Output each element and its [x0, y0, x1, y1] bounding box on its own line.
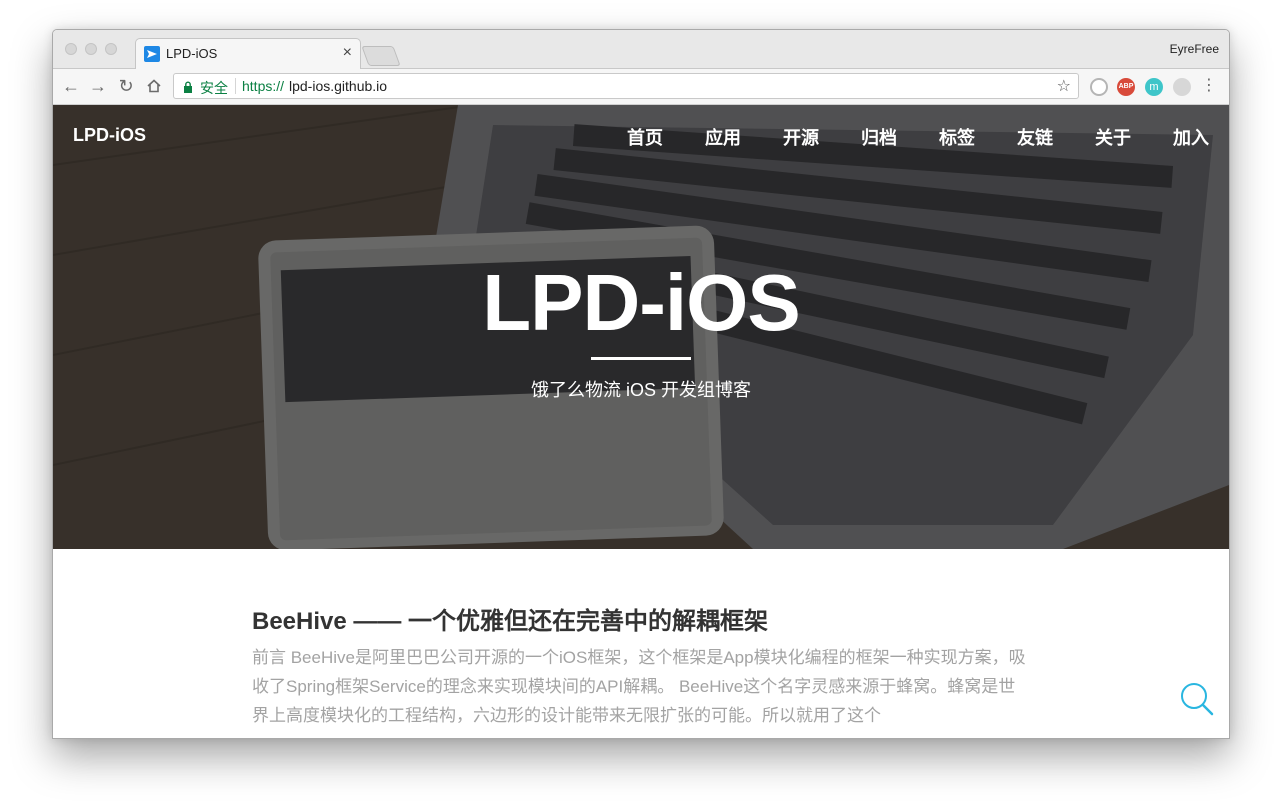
forward-icon[interactable]: → [86, 74, 110, 98]
zoom-window-button[interactable] [105, 43, 117, 55]
post-excerpt[interactable]: 前言 BeeHive是阿里巴巴公司开源的一个iOS框架，这个框架是App模块化编… [252, 643, 1032, 730]
close-tab-icon[interactable]: × [343, 44, 352, 62]
favicon-icon [144, 46, 160, 62]
search-icon[interactable] [1179, 681, 1215, 722]
hero-divider [591, 357, 691, 360]
nav-item-about[interactable]: 关于 [1095, 124, 1131, 150]
browser-window: LPD-iOS × EyreFree ← → ↻ 安全 https:// lpd… [52, 29, 1230, 739]
home-icon[interactable] [142, 74, 166, 98]
nav-item-opensource[interactable]: 开源 [783, 124, 819, 150]
secure-label: 安全 [200, 80, 228, 96]
new-tab-button[interactable] [361, 46, 401, 66]
nav-item-join[interactable]: 加入 [1173, 124, 1209, 150]
hero-header: LPD-iOS 首页 应用 开源 归档 标签 友链 关于 加入 LPD-iOS … [53, 105, 1229, 549]
nav-item-home[interactable]: 首页 [627, 124, 663, 150]
url-host: lpd-ios.github.io [289, 78, 388, 94]
adblock-icon[interactable]: ABP [1117, 78, 1135, 96]
reload-icon[interactable]: ↻ [114, 74, 138, 98]
site-brand[interactable]: LPD-iOS [73, 125, 146, 146]
nav-item-links[interactable]: 友链 [1017, 124, 1053, 150]
link-extension-icon[interactable] [1173, 78, 1191, 96]
tab-title: LPD-iOS [166, 46, 218, 61]
address-separator [235, 78, 236, 94]
browser-tab[interactable]: LPD-iOS × [135, 38, 361, 69]
close-window-button[interactable] [65, 43, 77, 55]
nav-item-archive[interactable]: 归档 [861, 124, 897, 150]
nav-item-apps[interactable]: 应用 [705, 124, 741, 150]
hero-subtitle: 饿了么物流 iOS 开发组博客 [530, 380, 751, 400]
extension-m-icon[interactable]: m [1145, 78, 1163, 96]
minimize-window-button[interactable] [85, 43, 97, 55]
address-bar[interactable]: 安全 https:// lpd-ios.github.io ☆ [173, 73, 1079, 99]
web-page: LPD-iOS 首页 应用 开源 归档 标签 友链 关于 加入 LPD-iOS … [53, 105, 1229, 738]
hero-title: LPD-iOS [482, 258, 800, 347]
url-scheme: https:// [242, 78, 285, 94]
browser-menu-icon[interactable]: ⋮ [1201, 76, 1217, 96]
post-title-link[interactable]: BeeHive —— 一个优雅但还在完善中的解耦框架 [252, 601, 768, 636]
browser-toolbar: ← → ↻ 安全 https:// lpd-ios.github.io ☆ AB… [53, 69, 1229, 105]
back-icon[interactable]: ← [59, 74, 83, 98]
tab-strip: LPD-iOS × EyreFree [53, 30, 1229, 69]
profile-name[interactable]: EyreFree [1170, 42, 1219, 56]
extension-circle-icon[interactable] [1090, 78, 1108, 96]
bookmark-star-icon[interactable]: ☆ [1057, 76, 1071, 96]
lock-icon [183, 80, 193, 98]
nav-item-tags[interactable]: 标签 [939, 124, 975, 150]
